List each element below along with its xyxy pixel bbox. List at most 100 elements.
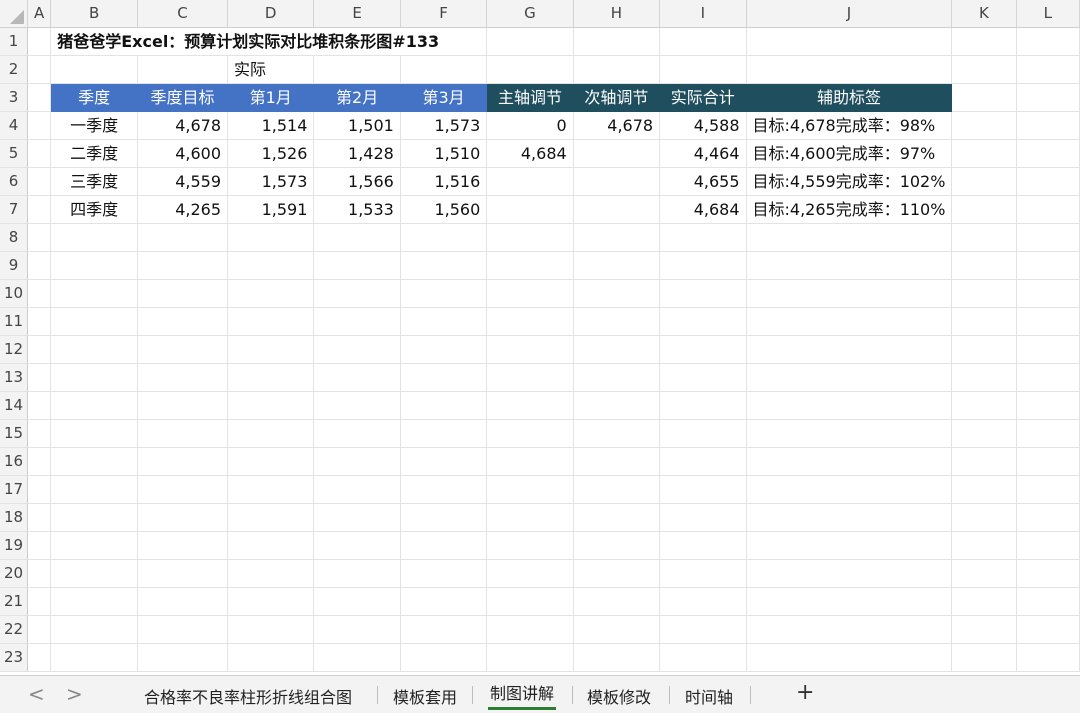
cell[interactable]	[50, 447, 139, 476]
cell[interactable]	[137, 391, 228, 420]
cell[interactable]	[573, 27, 661, 56]
cell-helper-label[interactable]: 目标:4,559完成率：102%	[746, 167, 953, 196]
cell[interactable]	[659, 55, 747, 84]
tab-chart-tutorial[interactable]: 制图讲解	[482, 680, 562, 710]
cell[interactable]	[951, 55, 1017, 84]
cell[interactable]	[50, 503, 139, 532]
cell[interactable]	[313, 419, 401, 448]
cell[interactable]	[27, 307, 52, 336]
cell[interactable]	[486, 363, 574, 392]
cell[interactable]	[1016, 531, 1080, 560]
cell[interactable]	[27, 531, 52, 560]
cell[interactable]	[746, 55, 953, 84]
cell[interactable]	[659, 559, 747, 588]
col-header-d[interactable]: D	[227, 0, 315, 28]
row-header[interactable]: 16	[0, 447, 28, 476]
cell[interactable]	[746, 27, 953, 56]
cell[interactable]	[313, 559, 401, 588]
cell[interactable]	[573, 615, 661, 644]
cell[interactable]	[659, 307, 747, 336]
cell[interactable]	[1016, 419, 1080, 448]
cell[interactable]	[951, 531, 1017, 560]
cell[interactable]	[486, 251, 574, 280]
col-header-c[interactable]: C	[137, 0, 228, 28]
cell[interactable]	[951, 559, 1017, 588]
cell[interactable]	[1016, 447, 1080, 476]
cell[interactable]	[1016, 587, 1080, 616]
cell[interactable]	[27, 251, 52, 280]
cell-target[interactable]: 4,265	[137, 195, 228, 224]
cell[interactable]	[227, 391, 315, 420]
cell[interactable]	[573, 475, 661, 504]
cell[interactable]	[137, 475, 228, 504]
cell[interactable]	[746, 587, 953, 616]
cell[interactable]	[951, 503, 1017, 532]
cell[interactable]	[951, 419, 1017, 448]
cell[interactable]	[746, 447, 953, 476]
cell[interactable]	[659, 335, 747, 364]
cell-actual-total[interactable]: 4,588	[659, 111, 747, 140]
cell[interactable]	[400, 475, 488, 504]
cell[interactable]	[50, 307, 139, 336]
cell[interactable]	[137, 587, 228, 616]
header-cell-helper-label[interactable]: 辅助标签	[746, 83, 953, 112]
cell[interactable]	[1016, 83, 1080, 112]
cell[interactable]	[659, 587, 747, 616]
cell[interactable]	[746, 615, 953, 644]
cell[interactable]	[50, 55, 139, 84]
cell[interactable]	[659, 279, 747, 308]
cell[interactable]	[227, 531, 315, 560]
cell[interactable]	[1016, 307, 1080, 336]
row-header[interactable]: 23	[0, 643, 28, 672]
cell[interactable]	[313, 223, 401, 252]
cell[interactable]	[486, 615, 574, 644]
cell[interactable]	[137, 279, 228, 308]
cell[interactable]	[50, 419, 139, 448]
row-header[interactable]: 8	[0, 223, 28, 252]
cell[interactable]	[27, 447, 52, 476]
cell[interactable]	[951, 279, 1017, 308]
cell[interactable]	[50, 475, 139, 504]
cell[interactable]	[486, 419, 574, 448]
cell[interactable]	[1016, 363, 1080, 392]
cell[interactable]	[951, 83, 1017, 112]
header-cell-primary-axis[interactable]: 主轴调节	[486, 83, 574, 112]
cell-quarter[interactable]: 四季度	[50, 195, 139, 224]
cell[interactable]	[1016, 167, 1080, 196]
cell[interactable]	[50, 615, 139, 644]
cell[interactable]	[137, 447, 228, 476]
cell[interactable]	[486, 531, 574, 560]
cell[interactable]	[27, 475, 52, 504]
cell[interactable]	[659, 391, 747, 420]
row-header[interactable]: 1	[0, 27, 28, 56]
cell[interactable]	[486, 475, 574, 504]
cell[interactable]	[400, 279, 488, 308]
header-cell-month2[interactable]: 第2月	[313, 83, 401, 112]
cell-helper-label[interactable]: 目标:4,678完成率：98%	[746, 111, 953, 140]
cell[interactable]	[659, 223, 747, 252]
cell-month1[interactable]: 1,526	[227, 139, 315, 168]
cell-month2[interactable]: 1,533	[313, 195, 401, 224]
row-header[interactable]: 14	[0, 391, 28, 420]
cell[interactable]	[951, 391, 1017, 420]
cell[interactable]	[1016, 111, 1080, 140]
cell[interactable]	[27, 391, 52, 420]
cell[interactable]	[659, 531, 747, 560]
cell[interactable]	[573, 391, 661, 420]
cell[interactable]	[573, 335, 661, 364]
cell[interactable]	[486, 307, 574, 336]
cell[interactable]	[486, 279, 574, 308]
row-header[interactable]: 7	[0, 195, 28, 224]
cell[interactable]	[50, 559, 139, 588]
cell[interactable]	[27, 643, 52, 672]
cell[interactable]	[400, 587, 488, 616]
cell[interactable]	[137, 55, 228, 84]
col-header-f[interactable]: F	[400, 0, 488, 28]
cell[interactable]	[951, 139, 1017, 168]
cell[interactable]	[486, 447, 574, 476]
cell[interactable]	[951, 363, 1017, 392]
cell[interactable]	[400, 447, 488, 476]
cell[interactable]	[951, 167, 1017, 196]
cell[interactable]	[400, 307, 488, 336]
cell[interactable]	[400, 55, 488, 84]
